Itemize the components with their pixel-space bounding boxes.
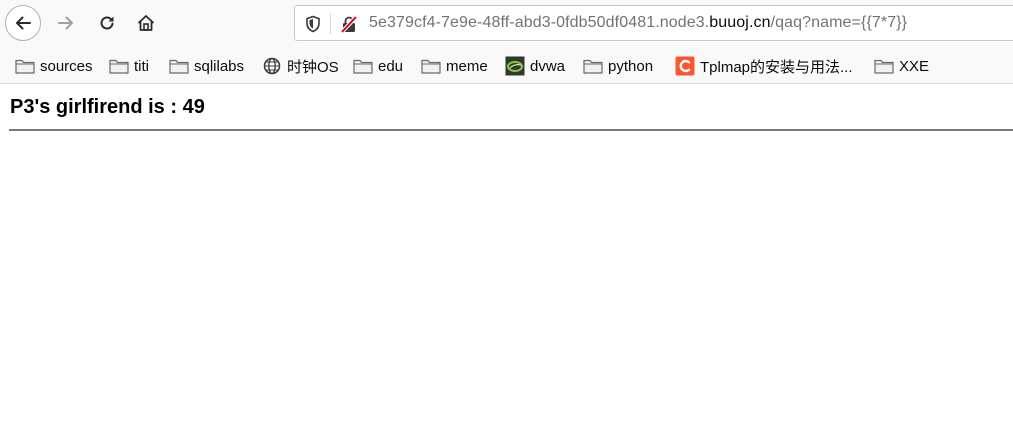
globe-icon	[262, 57, 282, 75]
url-path: /qaq?name={{7*7}}	[770, 14, 908, 31]
home-button[interactable]	[128, 5, 164, 41]
bookmark-label: python	[608, 57, 654, 75]
bookmark-label: sources	[40, 57, 93, 75]
bookmark-meme[interactable]: meme	[421, 55, 488, 77]
bookmark-xxe[interactable]: XXE	[874, 55, 929, 77]
bookmark-label: dvwa	[530, 57, 566, 75]
folder-icon	[421, 57, 441, 75]
bookmark-label: sqlilabs	[194, 57, 245, 75]
arrow-right-icon	[58, 16, 73, 30]
folder-icon	[583, 57, 603, 75]
dvwa-favicon-icon	[505, 56, 525, 76]
reload-icon	[100, 16, 114, 30]
bookmarks-toolbar: sources titi sqlilabs 时钟OS edu meme dvwa…	[0, 46, 1013, 84]
back-button[interactable]	[5, 5, 41, 41]
site-info-button[interactable]	[339, 14, 359, 34]
folder-icon	[353, 57, 373, 75]
forward-button[interactable]	[48, 5, 84, 41]
url-prefix: 5e379cf4-7e9e-48ff-abd3-0fdb50df0481.nod…	[369, 14, 710, 31]
bookmark-python[interactable]: python	[583, 55, 653, 77]
address-bar[interactable]: 5e379cf4-7e9e-48ff-abd3-0fdb50df0481.nod…	[294, 5, 1013, 41]
arrow-left-icon	[16, 16, 31, 30]
folder-icon	[109, 57, 129, 75]
folder-icon	[15, 57, 35, 75]
browser-toolbar: 5e379cf4-7e9e-48ff-abd3-0fdb50df0481.nod…	[0, 0, 1013, 46]
bookmark-edu[interactable]: edu	[353, 55, 403, 77]
tracking-protection-button[interactable]	[303, 14, 323, 34]
bookmark-sources[interactable]: sources	[15, 55, 93, 77]
bookmark-label: Tplmap的安装与用法...	[700, 58, 853, 76]
bookmark-clock-os[interactable]: 时钟OS	[262, 55, 339, 77]
bookmark-label: 时钟OS	[287, 58, 339, 76]
folder-icon	[874, 57, 894, 75]
bookmark-label: edu	[378, 57, 404, 75]
home-icon	[137, 15, 155, 31]
bookmark-sqlilabs[interactable]: sqlilabs	[169, 55, 244, 77]
reload-button[interactable]	[89, 5, 125, 41]
url-text[interactable]: 5e379cf4-7e9e-48ff-abd3-0fdb50df0481.nod…	[369, 14, 907, 32]
bookmark-titi[interactable]: titi	[109, 55, 149, 77]
bookmark-label: titi	[134, 57, 149, 75]
bookmark-dvwa[interactable]: dvwa	[505, 55, 565, 77]
bookmark-tplmap[interactable]: Tplmap的安装与用法...	[675, 55, 853, 77]
page-content: P3's girlfirend is : 49	[0, 84, 1013, 427]
horizontal-rule	[9, 129, 1013, 131]
bookmark-label: meme	[446, 57, 488, 75]
shield-icon	[306, 15, 320, 33]
address-bar-divider	[330, 13, 331, 34]
bookmark-label: XXE	[899, 57, 930, 75]
insecure-lock-icon	[340, 15, 358, 33]
url-domain: buuoj.cn	[709, 14, 771, 31]
folder-icon	[169, 57, 189, 75]
page-heading: P3's girlfirend is : 49	[10, 96, 205, 118]
csdn-favicon-icon	[675, 56, 695, 76]
